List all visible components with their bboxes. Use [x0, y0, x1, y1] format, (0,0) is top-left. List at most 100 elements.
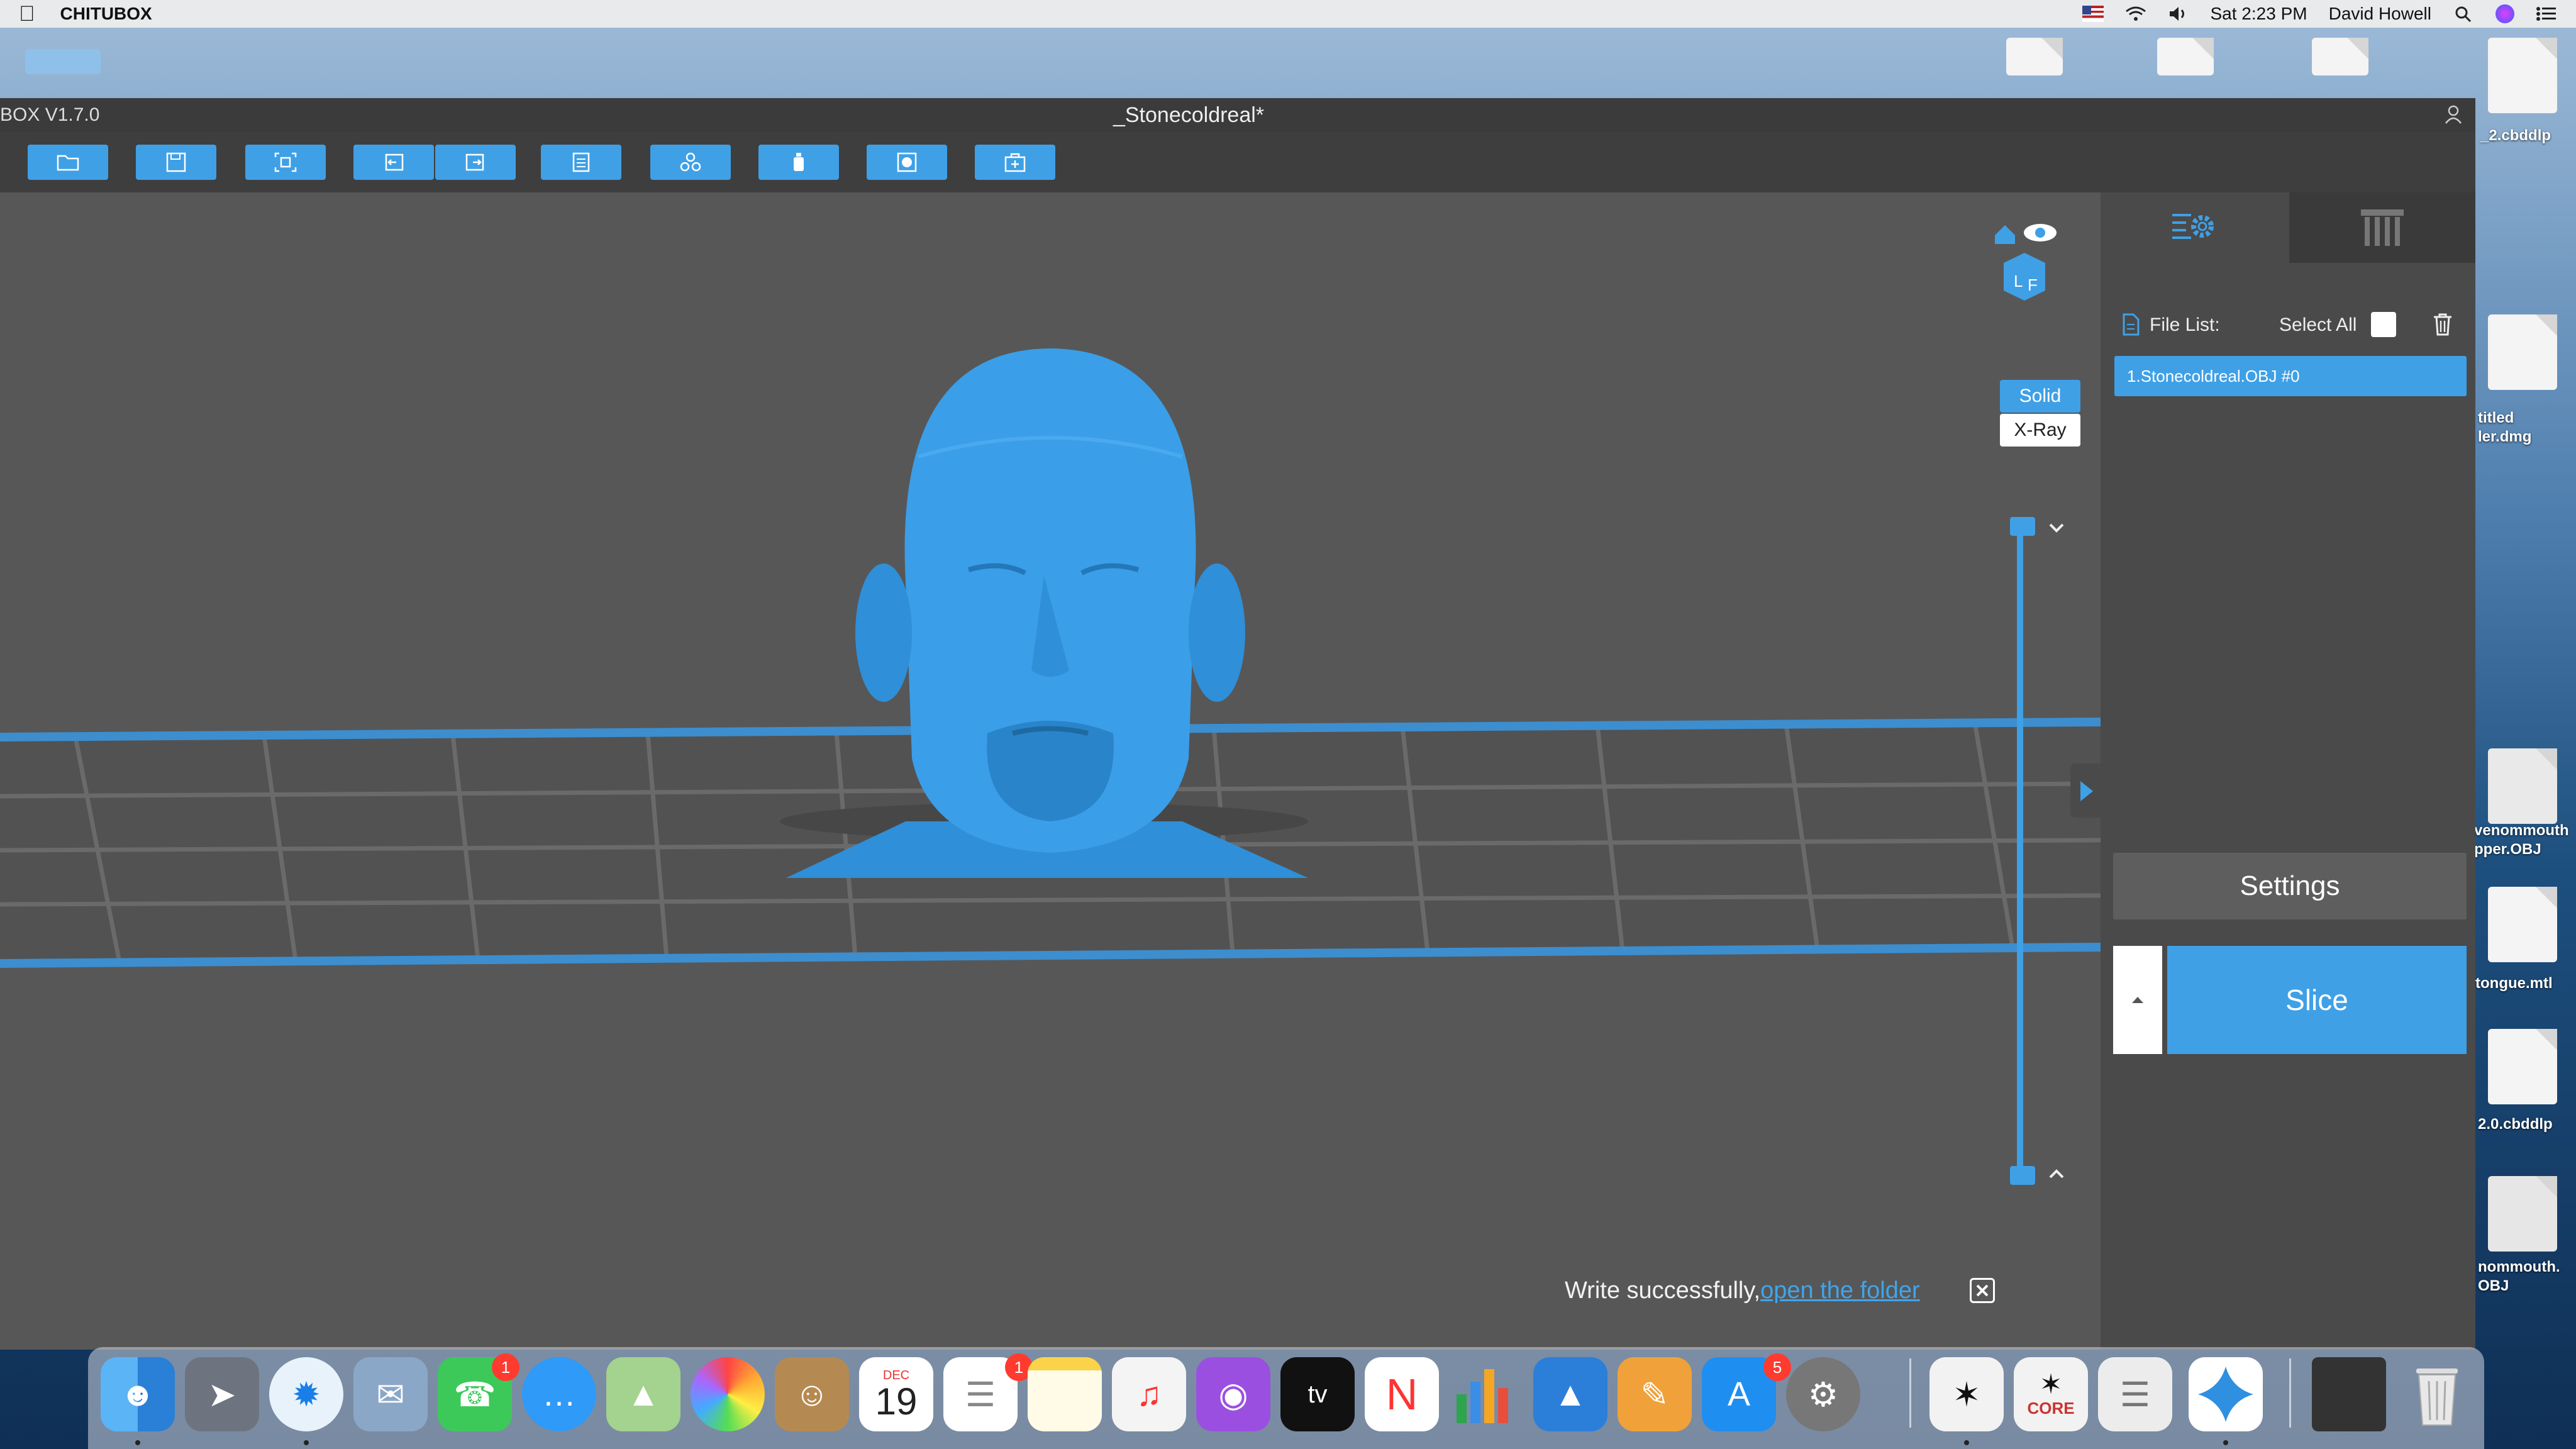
desktop-file-label: 2.0.cbddlp — [2478, 1116, 2553, 1133]
arrange-icon — [680, 152, 701, 172]
messages-icon[interactable]: … — [522, 1357, 596, 1431]
close-icon — [1976, 1284, 1989, 1297]
bottle-icon — [794, 153, 804, 171]
maps-icon[interactable]: ▲ — [606, 1357, 680, 1431]
notification-close-button[interactable] — [1970, 1278, 1995, 1303]
solid-view-button[interactable]: Solid — [2000, 380, 2080, 413]
keynote-icon[interactable]: ▲ — [1533, 1357, 1607, 1431]
zbrush-core-label: CORE — [2027, 1398, 2075, 1418]
chevron-up-icon[interactable] — [2045, 1165, 2068, 1182]
numbers-icon[interactable] — [1449, 1357, 1523, 1431]
clock[interactable]: Sat 2:23 PM — [2211, 4, 2307, 24]
photos-icon[interactable] — [691, 1357, 765, 1431]
undo-icon — [385, 153, 404, 171]
chevron-down-icon[interactable] — [2045, 519, 2068, 537]
zbrush-core-icon[interactable]: ✶ CORE — [2014, 1357, 2088, 1431]
notification-text: Write successfully, — [1565, 1277, 1761, 1304]
dock-separator — [2289, 1358, 2291, 1428]
trash-can-icon[interactable] — [2400, 1357, 2474, 1431]
dig-hole-button[interactable] — [867, 145, 947, 180]
flag-us-icon[interactable] — [2082, 6, 2104, 22]
news-icon[interactable]: N — [1365, 1357, 1439, 1431]
redo-button[interactable] — [435, 145, 516, 180]
contacts-icon[interactable]: ☺ — [775, 1357, 849, 1431]
user-name[interactable]: David Howell — [2329, 4, 2431, 24]
auto-layout-button[interactable] — [650, 145, 731, 180]
redo-icon — [465, 153, 484, 171]
siri-icon[interactable] — [2496, 4, 2514, 23]
desktop-file-icon[interactable] — [2488, 748, 2557, 824]
desktop-file-icon[interactable] — [2157, 38, 2214, 75]
launchpad-icon[interactable]: ➤ — [185, 1357, 259, 1431]
layer-slider-top-handle[interactable] — [2010, 517, 2035, 536]
pages-icon[interactable]: ✎ — [1618, 1357, 1692, 1431]
textedit-icon[interactable]: ☰ — [2098, 1357, 2172, 1431]
window-title-bar[interactable]: BOX V1.7.0 _Stonecoldreal* — [0, 98, 2475, 132]
desktop-file-icon[interactable] — [2488, 887, 2557, 962]
volume-icon[interactable] — [2168, 6, 2189, 22]
slice-options-toggle[interactable] — [2113, 946, 2162, 1054]
podcasts-icon[interactable]: ◉ — [1196, 1357, 1270, 1431]
apple-tv-icon[interactable]: tv — [1280, 1357, 1355, 1431]
undo-button[interactable] — [353, 145, 434, 180]
user-account-icon[interactable] — [2444, 104, 2463, 125]
settings-button[interactable]: Settings — [2113, 853, 2467, 919]
xray-view-button[interactable]: X-Ray — [2000, 414, 2080, 447]
notification-center-icon[interactable] — [2536, 6, 2557, 22]
tab-model-settings[interactable] — [2101, 192, 2289, 263]
view-cube-icon[interactable]: L F — [1990, 216, 2059, 304]
desktop-file-icon[interactable] — [2488, 314, 2557, 390]
app-store-badge: 5 — [1763, 1353, 1791, 1381]
app-menu-name[interactable]: CHITUBOX — [60, 4, 152, 24]
file-list-header: File List: Select All — [2119, 308, 2469, 340]
finder-icon[interactable]: ☻ — [101, 1357, 175, 1431]
desktop-file-label: tongue.mtl — [2475, 975, 2553, 992]
tab-supports[interactable] — [2289, 192, 2475, 263]
save-button[interactable] — [136, 145, 216, 180]
open-file-button[interactable] — [28, 145, 108, 180]
layer-slider-track[interactable] — [2017, 521, 2023, 1177]
desktop-file-icon[interactable] — [2006, 38, 2063, 75]
safari-icon[interactable]: ✹ — [269, 1357, 343, 1431]
copy-icon — [572, 152, 590, 172]
list-gear-icon — [2172, 214, 2214, 239]
trash-icon[interactable] — [2431, 312, 2454, 337]
recent-window-thumbnail[interactable] — [2312, 1357, 2386, 1431]
build-plate-scene — [0, 348, 2101, 968]
open-folder-link[interactable]: open the folder — [1760, 1277, 1920, 1304]
desktop-file-label: venommouth pper.OBJ — [2474, 822, 2569, 858]
svg-text:L: L — [2014, 272, 2023, 291]
system-preferences-icon[interactable]: ⚙ — [1786, 1357, 1860, 1431]
folder-icon[interactable] — [25, 49, 101, 74]
music-icon[interactable]: ♫ — [1112, 1357, 1186, 1431]
spotlight-search-icon[interactable] — [2453, 6, 2474, 22]
hollow-button[interactable] — [758, 145, 839, 180]
window-title: _Stonecoldreal* — [1113, 103, 1265, 127]
panel-collapse-button[interactable] — [2070, 763, 2101, 818]
apple-menu-icon[interactable]:  — [19, 2, 35, 26]
desktop-file-icon[interactable] — [2312, 38, 2368, 75]
play-arrow-icon — [2080, 781, 2093, 801]
desktop-file-icon[interactable] — [2488, 38, 2557, 113]
chitubox-dock-icon[interactable] — [2189, 1357, 2263, 1431]
repair-button[interactable] — [975, 145, 1055, 180]
copy-model-button[interactable] — [541, 145, 621, 180]
file-list-item[interactable]: 1.Stonecoldreal.OBJ #0 — [2114, 356, 2467, 396]
zbrush-icon[interactable]: ✶ — [1929, 1357, 2004, 1431]
notes-icon[interactable] — [1028, 1357, 1102, 1431]
screenshot-button[interactable] — [245, 145, 326, 180]
write-success-notification: Write successfully, open the folder — [1565, 1272, 2018, 1309]
calendar-icon[interactable]: DEC 19 — [859, 1357, 933, 1431]
wifi-icon[interactable] — [2125, 6, 2146, 22]
bar-chart-icon — [1457, 1369, 1508, 1423]
select-all-checkbox[interactable] — [2371, 312, 2396, 337]
3d-viewport[interactable]: L F — [0, 192, 2101, 1350]
mail-stamp-icon[interactable]: ✉ — [353, 1357, 428, 1431]
desktop-file-icon[interactable] — [2488, 1029, 2557, 1104]
crop-frame-icon — [274, 152, 297, 172]
layer-slider-bottom-handle[interactable] — [2010, 1166, 2035, 1185]
slice-button[interactable]: Slice — [2167, 946, 2467, 1054]
zbrush-figure-icon: ✶ — [2039, 1368, 2063, 1400]
desktop-file-label: nommouth. OBJ — [2478, 1258, 2560, 1294]
desktop-file-icon[interactable] — [2488, 1176, 2557, 1252]
